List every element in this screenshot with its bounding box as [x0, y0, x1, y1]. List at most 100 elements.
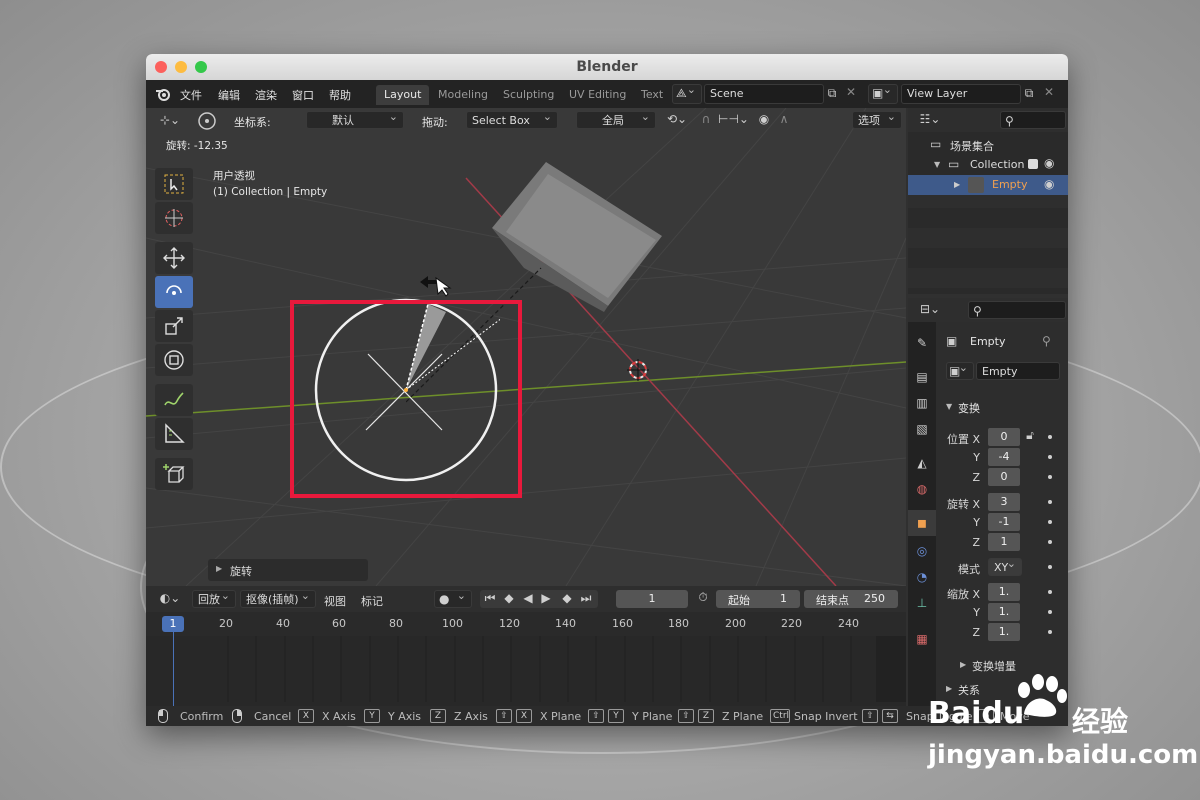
keyframe-dot[interactable] [1048, 520, 1052, 524]
keyframe-dot[interactable] [1048, 475, 1052, 479]
output-tab-icon[interactable]: ▥ [913, 396, 931, 414]
measure-tool[interactable] [155, 418, 193, 450]
keying-dropdown[interactable]: 抠像(插帧) [240, 587, 316, 608]
close-icon[interactable]: ✕ [844, 85, 858, 99]
timeline-marker-menu[interactable]: 标记 [361, 593, 383, 609]
rotation-y-field[interactable]: -1 [988, 513, 1020, 531]
snap-element-icon[interactable]: ⊢⊣⌄ [718, 112, 749, 126]
auto-key-dropdown[interactable]: ● [434, 587, 472, 608]
keyframe-dot[interactable] [1048, 540, 1052, 544]
3d-viewport[interactable]: ⊹⌄ 坐标系: 默认 拖动: Select Box 全局 ⟲⌄ ∩ ⊢⊣⌄ ◉ … [146, 108, 906, 586]
keyframe-dot[interactable] [1048, 590, 1052, 594]
playhead-indicator[interactable]: 1 [162, 616, 184, 632]
annotate-tool[interactable] [155, 384, 193, 416]
tab-modeling[interactable]: Modeling [430, 85, 496, 105]
lock-icon[interactable]: 🔓︎ [1024, 428, 1036, 442]
view-layer-browse-dropdown[interactable]: ▣ [868, 81, 898, 104]
view-layer-name-field[interactable]: View Layer [901, 84, 1021, 104]
outliner-row-empty[interactable]: ▶ Empty ◉ [908, 175, 1068, 195]
prev-keyframe-icon[interactable]: ◆ [500, 591, 518, 605]
outliner-search-field[interactable]: ⚲ [1000, 111, 1066, 129]
play-reverse-icon[interactable]: ◀ [520, 591, 536, 605]
copy-icon[interactable]: ⧉ [1021, 86, 1037, 101]
tab-text[interactable]: Text [633, 85, 671, 105]
blender-logo-icon[interactable] [154, 85, 172, 103]
view-layer-tab-icon[interactable]: ▧ [913, 422, 931, 440]
location-y-field[interactable]: -4 [988, 448, 1020, 466]
stopwatch-icon[interactable]: ⏱ [694, 590, 712, 605]
texture-tab-icon[interactable]: ▦ [913, 632, 931, 650]
pivot-dropdown[interactable]: 全局 [576, 108, 656, 129]
jump-start-icon[interactable]: ⏮ [482, 591, 498, 606]
pin-icon[interactable]: ⚲ [1042, 334, 1051, 348]
data-tab-icon[interactable]: ⊥ [913, 596, 931, 614]
physics-tab-icon[interactable]: ◔ [913, 570, 931, 588]
transform-pivot-dropdown[interactable]: ⊹⌄ [156, 113, 184, 127]
playback-dropdown[interactable]: 回放 [192, 587, 236, 608]
rotate-tool-icon[interactable] [196, 110, 218, 132]
eye-icon[interactable]: ◉ [1044, 156, 1054, 170]
editor-type-dropdown[interactable]: ◐⌄ [156, 591, 184, 605]
eye-icon[interactable]: ◉ [1044, 177, 1054, 191]
rotation-mode-dropdown[interactable]: XY [988, 555, 1022, 576]
scene-tab-icon[interactable]: ◭ [913, 456, 931, 474]
add-cube-tool[interactable] [155, 458, 193, 490]
menu-help[interactable]: 帮助 [329, 87, 351, 103]
rotation-x-field[interactable]: 3 [988, 493, 1020, 511]
timeline-editor[interactable]: ◐⌄ 回放 抠像(插帧) 视图 标记 ● ⏮ ◆ ◀ ▶ ◆ ⏭ 1 ⏱ 起始 … [146, 586, 906, 726]
modifier-tab-icon[interactable]: ◎ [913, 544, 931, 562]
display-mode-dropdown[interactable]: ☷⌄ [916, 112, 944, 126]
world-tab-icon[interactable]: ◍ [913, 482, 931, 500]
play-icon[interactable]: ▶ [538, 591, 554, 605]
object-data-name-field[interactable]: Empty [976, 362, 1060, 380]
properties-search-field[interactable]: ⚲ [968, 301, 1066, 319]
keyframe-dot[interactable] [1048, 500, 1052, 504]
scale-tool[interactable] [155, 310, 193, 342]
tab-uv-editing[interactable]: UV Editing [561, 85, 634, 105]
orientation-dropdown[interactable]: 默认 [306, 108, 404, 129]
tab-layout[interactable]: Layout [376, 85, 430, 105]
outliner-row-collection[interactable]: ▼ ▭ Collection ◉ [908, 156, 1068, 174]
scale-z-field[interactable]: 1. [988, 623, 1020, 641]
outliner-row-scene-collection[interactable]: ▭ 场景集合 [908, 136, 1068, 154]
object-tab-icon[interactable]: ◼ [913, 516, 931, 534]
location-x-field[interactable]: 0 [988, 428, 1020, 446]
close-icon[interactable]: ✕ [1042, 85, 1056, 99]
properties-panel[interactable]: ⊟⌄ ⚲ ✎ ▤ ▥ ▧ ◭ ◍ ◼ ◎ ◔ ⊥ ▦ ▣ Empty ⚲ ▣ E… [908, 298, 1068, 706]
menu-render[interactable]: 渲染 [255, 87, 277, 103]
object-browse-dropdown[interactable]: ▣ [946, 359, 974, 380]
3d-cursor-icon[interactable] [627, 359, 649, 381]
drag-dropdown[interactable]: Select Box [466, 108, 558, 129]
snap-toggle-icon[interactable]: ∩ [696, 112, 716, 126]
keyframe-dot[interactable] [1048, 455, 1052, 459]
last-operator-panel[interactable]: ▶ 旋转 [208, 559, 368, 581]
menu-file[interactable]: 文件 [180, 87, 202, 103]
menu-edit[interactable]: 编辑 [218, 87, 240, 103]
next-keyframe-icon[interactable]: ◆ [558, 591, 576, 605]
scale-x-field[interactable]: 1. [988, 583, 1020, 601]
collapse-arrow-icon[interactable]: ▼ [946, 402, 952, 411]
rotate-tool[interactable] [155, 276, 193, 308]
collapse-arrow-icon[interactable]: ▼ [934, 160, 940, 169]
tool-tab-icon[interactable]: ✎ [913, 336, 931, 354]
snap-target-icon[interactable]: ⟲⌄ [664, 112, 690, 126]
scene-name-field[interactable]: Scene [704, 84, 824, 104]
falloff-icon[interactable]: ∧ [774, 112, 794, 126]
options-dropdown[interactable]: 选项 [852, 108, 902, 129]
scene-browse-dropdown[interactable]: ⟁ [672, 81, 702, 104]
keyframe-dot[interactable] [1048, 610, 1052, 614]
exclude-checkbox[interactable] [1028, 159, 1038, 169]
select-box-tool[interactable] [155, 168, 193, 200]
menu-window[interactable]: 窗口 [292, 87, 314, 103]
rotation-z-field[interactable]: 1 [988, 533, 1020, 551]
expand-arrow-icon[interactable]: ▶ [954, 180, 960, 189]
copy-icon[interactable]: ⧉ [824, 86, 840, 101]
keyframe-dot[interactable] [1048, 630, 1052, 634]
move-tool[interactable] [155, 242, 193, 274]
proportional-edit-icon[interactable]: ◉ [756, 112, 772, 126]
transform-tool[interactable] [155, 344, 193, 376]
jump-end-icon[interactable]: ⏭ [578, 591, 594, 606]
transform-header[interactable]: 变换 [958, 400, 980, 416]
location-z-field[interactable]: 0 [988, 468, 1020, 486]
tab-sculpting[interactable]: Sculpting [495, 85, 562, 105]
